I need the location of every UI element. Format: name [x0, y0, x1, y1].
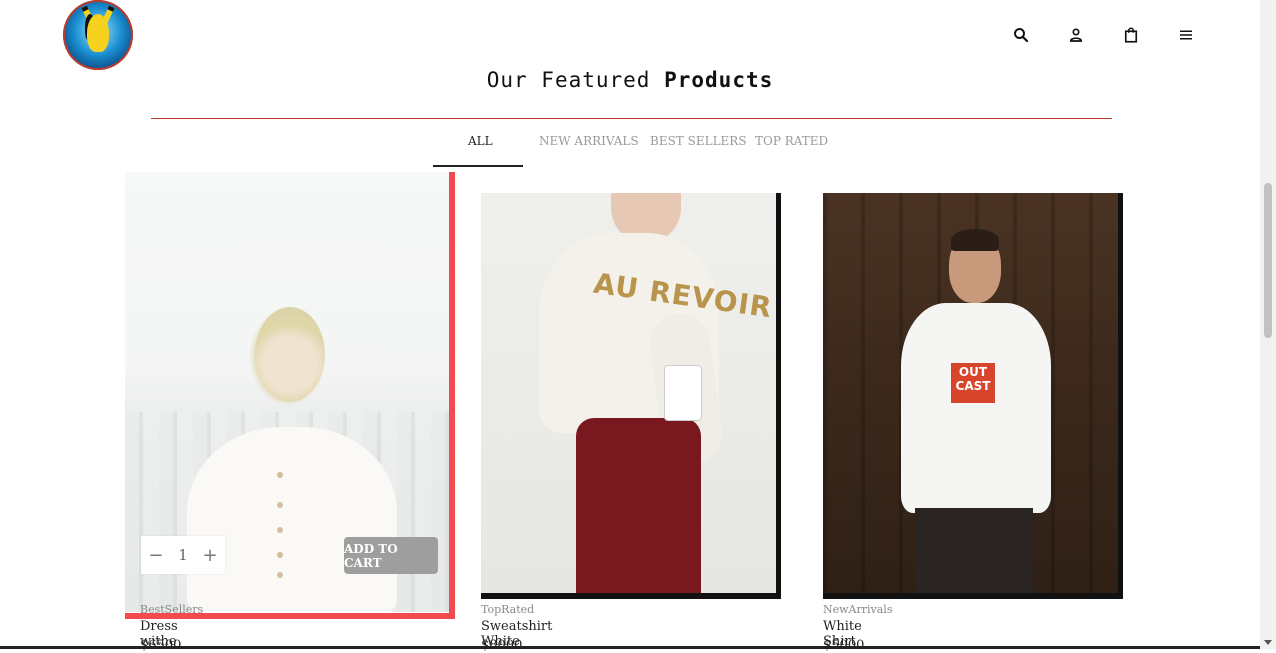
menu-icon[interactable]: [1176, 25, 1196, 45]
add-to-cart-button[interactable]: ADD TO CART: [344, 537, 438, 574]
tab-new-arrivals[interactable]: NEW ARRIVALS: [539, 134, 639, 148]
scroll-down-arrow-icon[interactable]: [1264, 640, 1272, 645]
site-logo[interactable]: [63, 0, 133, 70]
quantity-value: 1: [178, 546, 188, 564]
active-tab-indicator: [433, 165, 523, 167]
tab-best-sellers[interactable]: BEST SELLERS: [650, 134, 747, 148]
section-title-bold: Products: [664, 68, 774, 92]
quantity-stepper[interactable]: − 1 +: [141, 536, 225, 574]
search-icon[interactable]: [1011, 25, 1031, 45]
scrollbar-thumb[interactable]: [1264, 183, 1272, 338]
product-image[interactable]: OUT CAST: [823, 193, 1118, 593]
tshirt-print-line2: CAST: [955, 379, 991, 393]
vertical-scrollbar[interactable]: [1260, 0, 1276, 649]
tshirt-print-line1: OUT: [958, 365, 988, 379]
tab-all[interactable]: ALL: [468, 134, 493, 148]
increase-quantity-button[interactable]: +: [203, 545, 218, 566]
user-icon[interactable]: [1066, 25, 1086, 45]
section-title-prefix: Our Featured: [486, 68, 665, 92]
shopping-bag-icon[interactable]: [1121, 25, 1141, 45]
section-title: Our Featured Products: [0, 68, 1260, 92]
product-image[interactable]: AU REVOIR: [481, 193, 776, 593]
decrease-quantity-button[interactable]: −: [148, 545, 163, 566]
product-category: TopRated: [481, 603, 535, 616]
product-category: BestSellers: [140, 603, 204, 616]
tshirt-print: OUT CAST: [951, 363, 995, 403]
pikachu-logo-figure: [87, 14, 109, 52]
mug: [664, 365, 702, 421]
title-divider: [151, 118, 1112, 119]
product-category: NewArrivals: [823, 603, 893, 616]
tab-top-rated[interactable]: TOP RATED: [755, 134, 828, 148]
